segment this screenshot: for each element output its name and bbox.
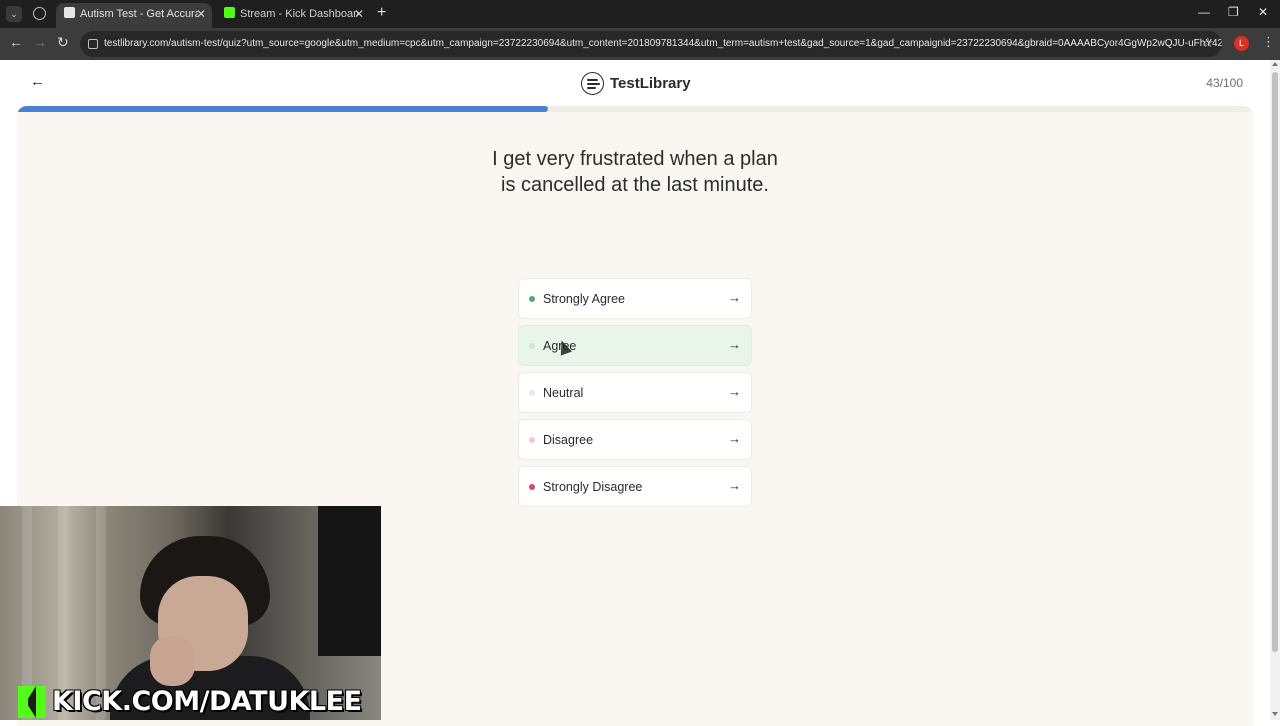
webcam-overlay: KICK.COM/DATUKLEE: [0, 506, 381, 720]
answer-strongly-agree[interactable]: Strongly Agree →: [518, 278, 752, 319]
kick-logo-icon: [18, 686, 46, 718]
streamer-hand: [150, 636, 195, 686]
page-scrollbar[interactable]: [1270, 60, 1280, 720]
answer-dot: [529, 295, 535, 302]
quiz-back-arrow-icon[interactable]: ←: [30, 73, 45, 90]
arrow-right-icon: →: [728, 384, 741, 399]
reload-button[interactable]: ↻: [57, 34, 69, 51]
address-bar[interactable]: testlibrary.com/autism-test/quiz?utm_sou…: [80, 31, 1222, 57]
testlibrary-favicon-icon: [64, 7, 75, 18]
logo-text: TestLibrary: [610, 74, 691, 92]
answer-dot: [529, 436, 535, 443]
answer-neutral[interactable]: Neutral →: [518, 372, 752, 413]
bookmark-star-icon[interactable]: ☆: [1202, 35, 1214, 51]
tab-search-icon[interactable]: [33, 7, 46, 20]
browser-toolbar: ← → ↻ testlibrary.com/autism-test/quiz?u…: [0, 28, 1280, 60]
arrow-right-icon: →: [728, 290, 741, 305]
tab-title: Autism Test - Get Accurate Auti: [80, 8, 198, 20]
tab-autism-test[interactable]: Autism Test - Get Accurate Auti ✕: [56, 3, 212, 28]
answer-label: Strongly Agree: [543, 291, 625, 306]
profile-avatar[interactable]: L: [1234, 36, 1249, 51]
browser-tab-bar: ⌄ Autism Test - Get Accurate Auti ✕ Stre…: [0, 0, 1280, 28]
tab-close-icon[interactable]: ✕: [354, 3, 364, 26]
testlibrary-logo[interactable]: TestLibrary: [581, 71, 691, 95]
question-counter: 43/100: [1206, 76, 1243, 90]
minimize-window-icon[interactable]: —: [1198, 5, 1210, 19]
tab-close-icon[interactable]: ✕: [196, 3, 206, 26]
tab-kick-dashboard[interactable]: Stream - Kick Dashboard ✕: [216, 3, 370, 28]
restore-window-icon[interactable]: ❐: [1228, 5, 1239, 19]
answer-dot: [529, 342, 535, 349]
answer-disagree[interactable]: Disagree →: [518, 419, 752, 460]
answer-strongly-disagree[interactable]: Strongly Disagree →: [518, 466, 752, 507]
back-button[interactable]: ←: [9, 34, 23, 50]
answer-label: Strongly Disagree: [543, 479, 643, 494]
scrollbar-thumb[interactable]: [1272, 72, 1278, 652]
url-text: testlibrary.com/autism-test/quiz?utm_sou…: [104, 38, 1222, 49]
testlibrary-logo-icon: [581, 71, 604, 95]
background-monitor: [318, 506, 381, 656]
answer-label: Disagree: [543, 432, 594, 447]
scroll-down-icon[interactable]: [1272, 712, 1278, 716]
question-text: I get very frustrated when a plan is can…: [492, 148, 778, 196]
tab-title: Stream - Kick Dashboard: [240, 8, 358, 20]
answer-label: Neutral: [543, 385, 584, 400]
site-info-icon[interactable]: [88, 39, 98, 49]
browser-menu-icon[interactable]: ⋮: [1262, 34, 1275, 50]
stream-url-text: KICK.COM/DATUKLEE: [52, 686, 362, 717]
answer-dot: [529, 483, 535, 490]
answer-list: Strongly Agree → Agree → Neutral → Disag…: [518, 278, 752, 513]
progress-bar: [17, 106, 1253, 112]
kick-favicon-icon: [224, 7, 235, 18]
answer-dot: [529, 389, 535, 396]
tab-list-button[interactable]: ⌄: [6, 6, 22, 22]
arrow-right-icon: →: [728, 478, 741, 493]
progress-bar-fill: [17, 106, 549, 112]
close-window-icon[interactable]: ✕: [1258, 5, 1268, 19]
new-tab-button[interactable]: +: [377, 4, 386, 22]
arrow-right-icon: →: [728, 337, 741, 352]
forward-button[interactable]: →: [33, 34, 47, 50]
arrow-right-icon: →: [728, 431, 741, 446]
scroll-up-icon[interactable]: [1272, 62, 1278, 66]
answer-agree[interactable]: Agree →: [518, 325, 752, 366]
